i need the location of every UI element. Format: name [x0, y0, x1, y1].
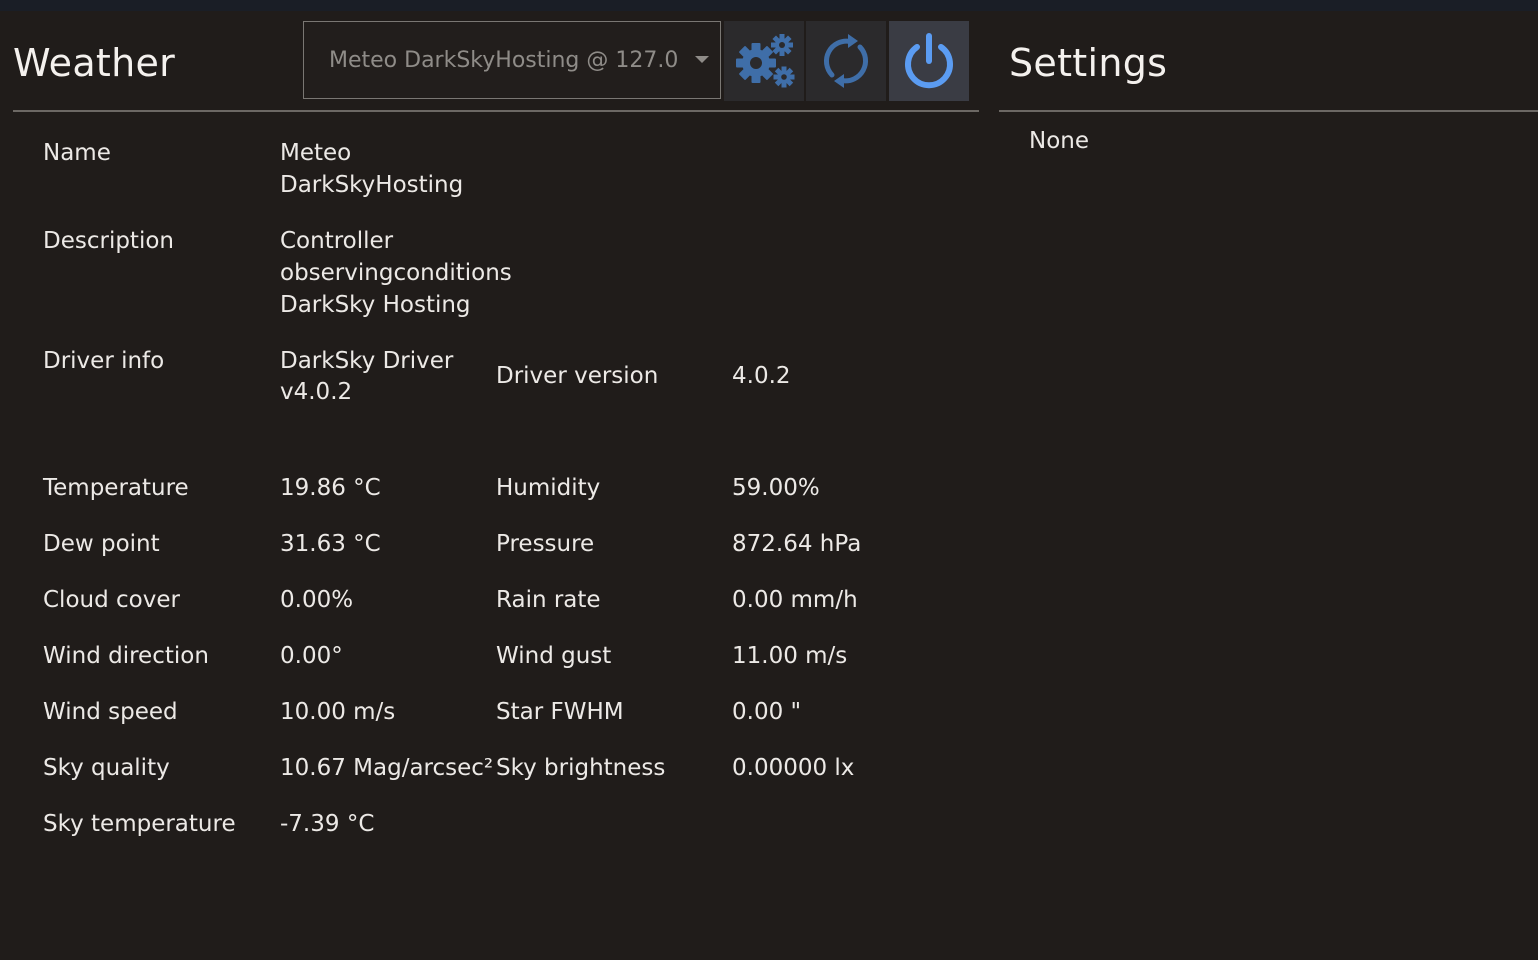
pressure-value: 872.64 hPa [732, 531, 862, 557]
wind-direction-value: 0.00° [280, 643, 343, 669]
description-value-line-2: observingconditions [280, 260, 512, 286]
cloud-cover-value: 0.00% [280, 587, 354, 613]
wind-gust-label: Wind gust [496, 643, 612, 669]
driver-info-value-line-1: DarkSky Driver [280, 348, 454, 374]
chevron-down-icon[interactable] [695, 56, 709, 63]
description-label: Description [43, 228, 174, 254]
gears-icon [736, 34, 795, 88]
star-fwhm-value: 0.00 " [732, 699, 802, 725]
weather-divider [13, 110, 979, 112]
humidity-value: 59.00% [732, 475, 820, 501]
settings-divider [999, 110, 1538, 112]
power-icon [905, 33, 953, 89]
dew-point-label: Dew point [43, 531, 160, 557]
rain-rate-value: 0.00 mm/h [732, 587, 858, 613]
sky-quality-label: Sky quality [43, 755, 170, 781]
driver-info-value-line-2: v4.0.2 [280, 379, 353, 405]
driver-version-label: Driver version [496, 363, 659, 389]
sky-brightness-value: 0.00000 lx [732, 755, 855, 781]
rain-rate-label: Rain rate [496, 587, 601, 613]
sky-brightness-label: Sky brightness [496, 755, 666, 781]
name-value-line-1: Meteo [280, 140, 352, 166]
weather-title: Weather [13, 41, 176, 85]
wind-direction-label: Wind direction [43, 643, 209, 669]
name-label: Name [43, 140, 111, 166]
driver-info-label: Driver info [43, 348, 165, 374]
cloud-cover-label: Cloud cover [43, 587, 180, 613]
temperature-value: 19.86 °C [280, 475, 381, 501]
dew-point-value: 31.63 °C [280, 531, 381, 557]
driver-version-value: 4.0.2 [732, 363, 791, 389]
pressure-label: Pressure [496, 531, 595, 557]
star-fwhm-label: Star FWHM [496, 699, 624, 725]
temperature-label: Temperature [43, 475, 189, 501]
device-select-value: Meteo DarkSkyHosting @ 127.0.0.1 [329, 47, 679, 73]
sky-temperature-value: -7.39 °C [280, 811, 375, 837]
wind-speed-label: Wind speed [43, 699, 178, 725]
refresh-icon [823, 34, 869, 88]
wind-gust-value: 11.00 m/s [732, 643, 848, 669]
refresh-button[interactable] [806, 21, 886, 101]
sky-temperature-label: Sky temperature [43, 811, 236, 837]
description-value-line-3: DarkSky Hosting [280, 292, 471, 318]
sky-quality-value: 10.67 Mag/arcsec² [280, 755, 494, 781]
settings-button[interactable] [724, 21, 804, 101]
wind-speed-value: 10.00 m/s [280, 699, 396, 725]
window-top-bar [0, 0, 1538, 11]
name-value-line-2: DarkSkyHosting [280, 172, 464, 198]
humidity-label: Humidity [496, 475, 601, 501]
description-value-line-1: Controller [280, 228, 394, 254]
settings-none-text: None [1029, 128, 1090, 154]
settings-title: Settings [1009, 41, 1168, 85]
connect-button[interactable] [889, 21, 969, 101]
device-select[interactable]: Meteo DarkSkyHosting @ 127.0.0.1 [303, 21, 721, 99]
